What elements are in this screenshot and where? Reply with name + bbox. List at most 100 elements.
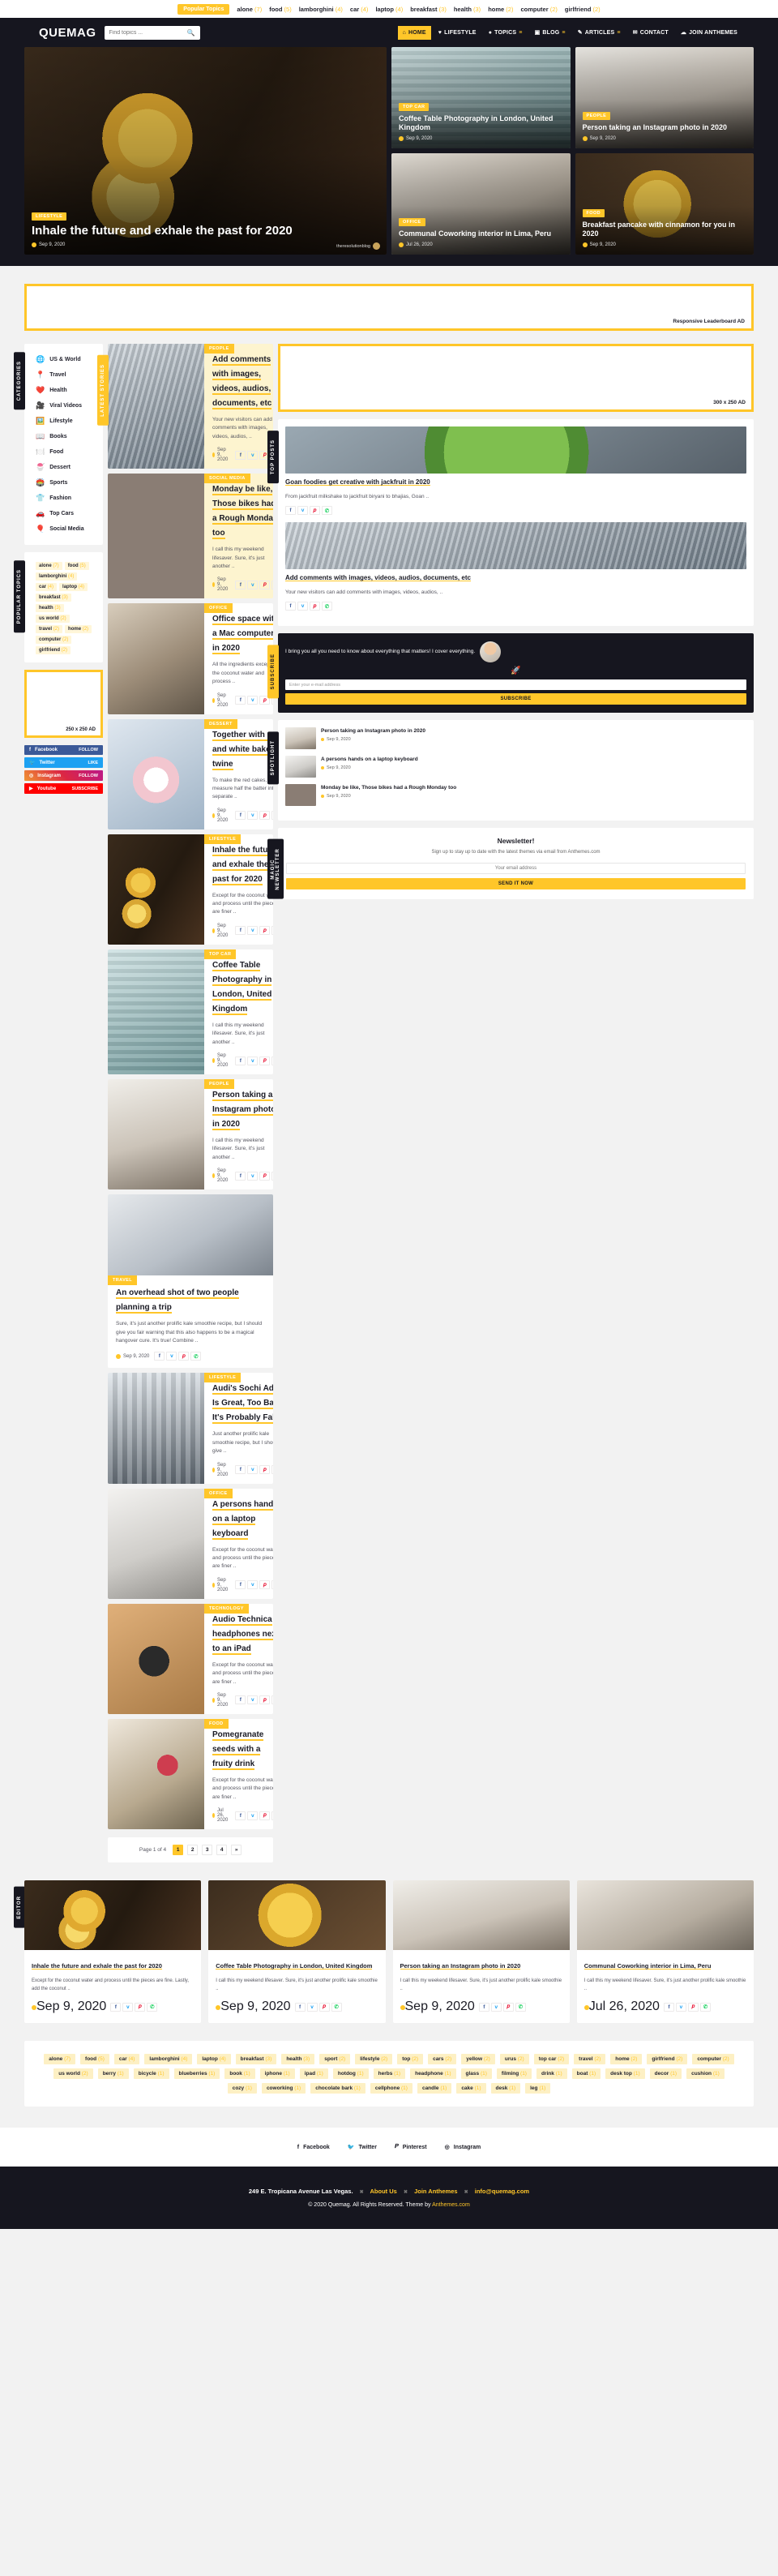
article-thumbnail[interactable] — [108, 603, 204, 714]
twitter-icon[interactable]: ᴠ — [247, 580, 259, 589]
top-post-title[interactable]: Add comments with images, videos, audios… — [285, 574, 471, 581]
spotlight-item[interactable]: Person taking an Instagram photo in 2020… — [285, 727, 746, 750]
article-card[interactable]: DESSERT Together with red and white baker… — [108, 718, 273, 829]
editor-pick-title[interactable]: Coffee Table Photography in London, Unit… — [216, 1962, 372, 1970]
facebook-icon[interactable]: f — [285, 506, 296, 516]
top-topic-link[interactable]: breakfast (3) — [410, 6, 447, 13]
cloud-tag[interactable]: alone (7) — [44, 2054, 76, 2065]
whatsapp-icon[interactable]: ✆ — [699, 2002, 711, 2012]
facebook-icon[interactable]: f — [235, 1580, 246, 1590]
footer-email-link[interactable]: info@quemag.com — [475, 2188, 529, 2195]
cloud-tag[interactable]: yellow (2) — [461, 2054, 495, 2065]
sidebar-item-us-world[interactable]: 🌐 US & World — [36, 352, 96, 367]
twitter-icon[interactable]: ᴠ — [247, 450, 259, 460]
spotlight-title[interactable]: Monday be like, Those bikes had a Rough … — [321, 784, 456, 791]
editor-pick-image[interactable] — [24, 1880, 202, 1951]
pinterest-icon[interactable]: 𝑝 — [259, 926, 271, 936]
cloud-tag[interactable]: health (3) — [281, 2054, 315, 2065]
pinterest-icon[interactable]: 𝑝 — [259, 580, 271, 589]
whatsapp-icon[interactable]: ✆ — [147, 2002, 158, 2012]
pinterest-icon[interactable]: 𝑝 — [259, 1695, 271, 1705]
square-ad-300[interactable]: 300 x 250 AD — [278, 344, 754, 412]
cloud-tag[interactable]: girlfriend (2) — [647, 2054, 688, 2065]
hero-featured-category[interactable]: LIFESTYLE — [32, 212, 67, 221]
spotlight-title[interactable]: A persons hands on a laptop keyboard — [321, 756, 418, 763]
leaderboard-ad[interactable]: Responsive Leaderboard AD — [24, 284, 754, 331]
facebook-icon[interactable]: f — [235, 450, 246, 460]
hero-card-title[interactable]: Communal Coworking interior in Lima, Per… — [399, 229, 563, 239]
pinterest-icon[interactable]: 𝑝 — [259, 1465, 271, 1475]
cloud-tag[interactable]: laptop (4) — [197, 2054, 231, 2065]
facebook-icon[interactable]: f — [294, 2002, 306, 2012]
hero-card[interactable]: TOP CAR Coffee Table Photography in Londo… — [391, 47, 571, 148]
editor-pick-card[interactable]: Inhale the future and exhale the past fo… — [24, 1880, 202, 2024]
whatsapp-icon[interactable]: ✆ — [271, 926, 273, 936]
cloud-tag[interactable]: breakfast (3) — [235, 2054, 277, 2065]
social-follow-facebook[interactable]: f Facebook FOLLOW — [24, 745, 103, 755]
top-post-image[interactable] — [285, 522, 746, 570]
cloud-tag[interactable]: cars (2) — [428, 2054, 457, 2065]
editor-pick-card[interactable]: Communal Coworking interior in Lima, Per… — [576, 1880, 754, 2024]
article-card[interactable]: OFFICE Office space with a Mac computer i… — [108, 603, 273, 714]
twitter-icon[interactable]: ᴠ — [247, 1580, 259, 1590]
article-card[interactable]: TRAVEL An overhead shot of two people pla… — [108, 1194, 273, 1369]
nav-item-topics[interactable]: ● TOPICS ≡ — [484, 26, 528, 40]
cloud-tag[interactable]: bicycle (1) — [133, 2068, 169, 2080]
facebook-icon[interactable]: f — [235, 1171, 246, 1181]
article-title[interactable]: Inhale the future and exhale the past fo… — [212, 845, 273, 885]
facebook-icon[interactable]: f — [663, 2002, 674, 2012]
popular-tag[interactable]: computer (2) — [36, 636, 72, 644]
hero-card-title[interactable]: Person taking an Instagram photo in 2020 — [583, 123, 747, 133]
top-post[interactable]: Add comments with images, videos, audios… — [285, 522, 746, 611]
popular-tag[interactable]: girlfriend (2) — [36, 646, 71, 654]
pinterest-icon[interactable]: 𝑝 — [259, 1811, 271, 1820]
cloud-tag[interactable]: candle (1) — [417, 2083, 452, 2094]
social-follow-instagram[interactable]: ◎ Instagram FOLLOW — [24, 770, 103, 781]
article-card[interactable]: SOCIAL MEDIA Monday be like, Those bikes … — [108, 474, 273, 599]
twitter-icon[interactable]: ᴠ — [247, 1695, 259, 1705]
whatsapp-icon[interactable]: ✆ — [271, 1695, 273, 1705]
popular-tag[interactable]: breakfast (3) — [36, 594, 71, 602]
article-category-badge[interactable]: PEOPLE — [204, 344, 234, 354]
cloud-tag[interactable]: hotdog (1) — [332, 2068, 369, 2080]
article-category-badge[interactable]: OFFICE — [204, 1488, 233, 1498]
article-thumbnail[interactable] — [108, 1603, 204, 1714]
social-follow-youtube[interactable]: ▶ Youtube SUBSCRIBE — [24, 783, 103, 794]
cloud-tag[interactable]: us world (2) — [53, 2068, 93, 2080]
editor-pick-title[interactable]: Communal Coworking interior in Lima, Per… — [584, 1962, 712, 1970]
subscribe-button[interactable]: SUBSCRIBE — [285, 693, 746, 705]
cloud-tag[interactable]: book (1) — [224, 2068, 255, 2080]
facebook-icon[interactable]: f — [235, 1056, 246, 1065]
facebook-icon[interactable]: f — [235, 1695, 246, 1705]
hero-card[interactable]: OFFICE Communal Coworking interior in Lim… — [391, 153, 571, 255]
article-title[interactable]: Coffee Table Photography in London, Unit… — [212, 960, 272, 1015]
facebook-icon[interactable]: f — [285, 602, 296, 611]
whatsapp-icon[interactable]: ✆ — [331, 2002, 342, 2012]
cloud-tag[interactable]: top car (2) — [533, 2054, 570, 2065]
sidebar-item-sports[interactable]: 🏟️ Sports — [36, 475, 96, 491]
article-title[interactable]: Monday be like, Those bikes had a Rough … — [212, 485, 273, 540]
spotlight-image[interactable] — [285, 727, 316, 750]
article-category-badge[interactable]: LIFESTYLE — [204, 1373, 242, 1383]
cloud-tag[interactable]: decor (1) — [649, 2068, 682, 2080]
article-category-badge[interactable]: TOP CAR — [204, 949, 237, 959]
popular-tag[interactable]: food (5) — [64, 562, 89, 570]
hero-card[interactable]: PEOPLE Person taking an Instagram photo i… — [575, 47, 754, 148]
article-title[interactable]: Office space with a Mac computer in 2020 — [212, 615, 273, 655]
editor-pick-image[interactable] — [392, 1880, 570, 1951]
facebook-icon[interactable]: f — [478, 2002, 489, 2012]
article-card[interactable]: FOOD Pomegranate seeds with a fruity drin… — [108, 1718, 273, 1830]
page-next[interactable]: » — [231, 1845, 242, 1856]
pinterest-icon[interactable]: 𝑝 — [318, 2002, 330, 2012]
cloud-tag[interactable]: coworking (1) — [261, 2083, 306, 2094]
cloud-tag[interactable]: lamborghini (4) — [144, 2054, 193, 2065]
footer-social-twitter[interactable]: 🐦 Twitter — [348, 2144, 377, 2151]
pinterest-icon[interactable]: 𝑝 — [259, 1580, 271, 1590]
article-category-badge[interactable]: LIFESTYLE — [204, 834, 242, 844]
article-card[interactable]: LIFESTYLE Inhale the future and exhale th… — [108, 834, 273, 945]
popular-tag[interactable]: lamborghini (4) — [36, 572, 78, 581]
cloud-tag[interactable]: sport (2) — [319, 2054, 351, 2065]
twitter-icon[interactable]: ᴠ — [247, 1465, 259, 1475]
page-1[interactable]: 1 — [173, 1845, 184, 1856]
cloud-tag[interactable]: boat (1) — [571, 2068, 601, 2080]
